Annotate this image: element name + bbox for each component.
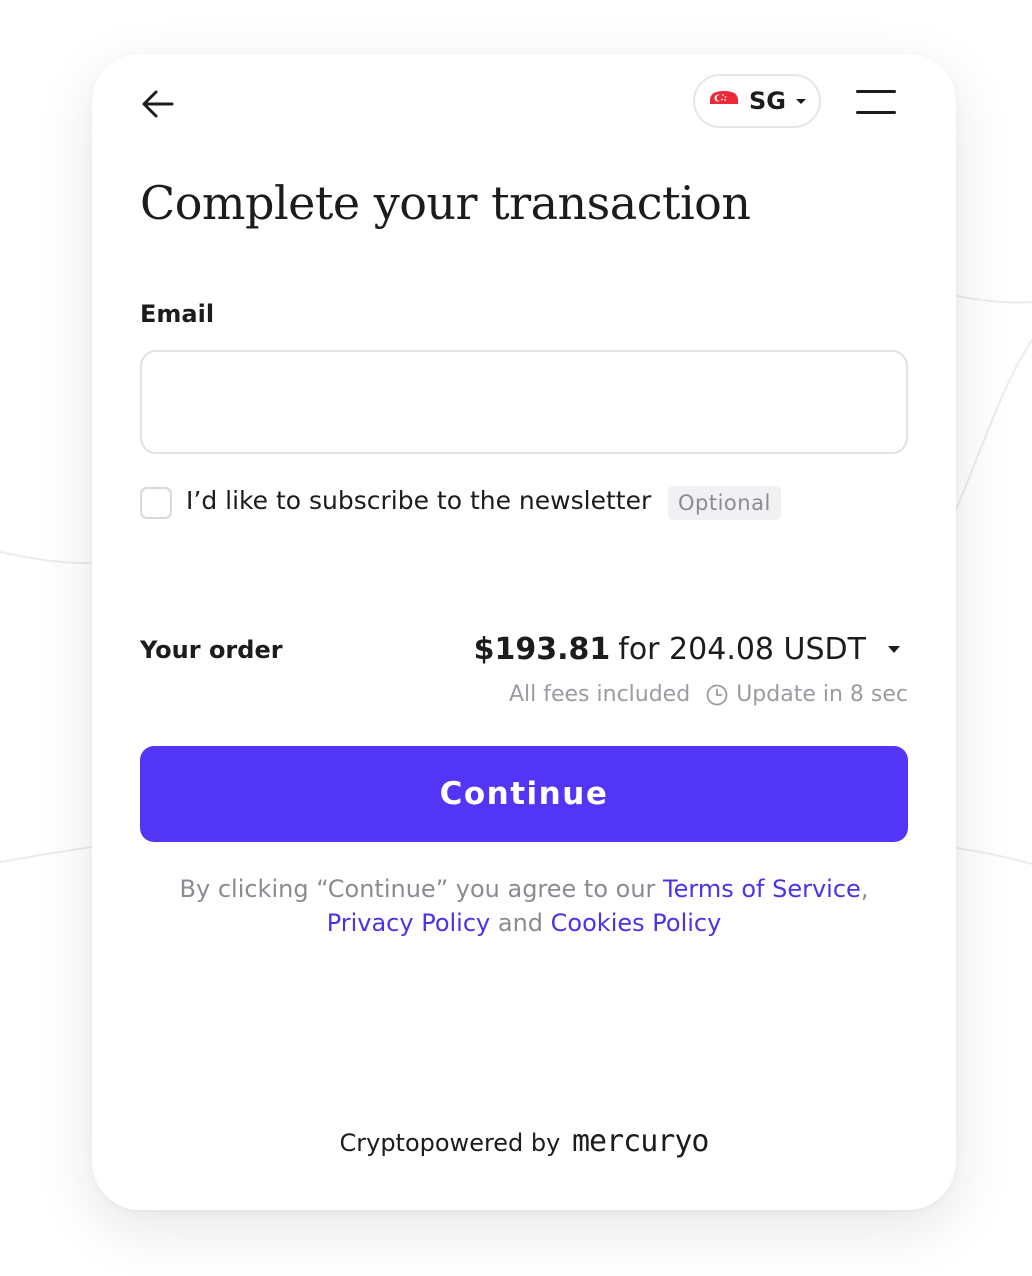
- newsletter-label[interactable]: I’d like to subscribe to the newsletter: [186, 486, 651, 515]
- clock-icon: [706, 684, 728, 705]
- chevron-down-icon: [888, 646, 900, 653]
- menu-button[interactable]: [854, 88, 898, 118]
- hamburger-menu-icon: [856, 90, 896, 93]
- hamburger-menu-icon-bar: [856, 111, 896, 114]
- singapore-flag-icon: [710, 91, 738, 112]
- arrow-left-icon: [142, 90, 174, 118]
- country-code: SG: [749, 87, 786, 115]
- footer-powered-by: Cryptopowered by mercuryo: [92, 1124, 956, 1159]
- newsletter-checkbox[interactable]: [140, 487, 172, 519]
- chevron-down-icon: [795, 98, 806, 104]
- optional-badge: Optional: [668, 486, 781, 520]
- email-label: Email: [140, 300, 215, 328]
- legal-prefix: By clicking “Continue” you agree to our: [179, 875, 664, 903]
- page-title: Complete your transaction: [140, 176, 751, 230]
- powered-by-text: Cryptopowered by: [339, 1129, 561, 1157]
- order-meta: All fees included Update in 8 sec: [509, 682, 908, 707]
- order-label: Your order: [140, 636, 283, 664]
- fees-note: All fees included: [508, 682, 691, 707]
- back-button[interactable]: [136, 82, 180, 126]
- legal-and: and: [490, 909, 551, 937]
- email-field[interactable]: [140, 350, 908, 454]
- mercuryo-logo: mercuryo: [572, 1124, 709, 1159]
- terms-of-service-link[interactable]: Terms of Service: [663, 875, 861, 903]
- order-amount: for 204.08 USDT: [618, 632, 866, 667]
- update-timer: Update in 8 sec: [736, 682, 908, 707]
- order-price: $193.81: [473, 632, 611, 667]
- legal-notice: By clicking “Continue” you agree to our …: [140, 872, 908, 940]
- cookies-policy-link[interactable]: Cookies Policy: [551, 909, 722, 937]
- transaction-card: SG Complete your transaction Email I’d l…: [92, 54, 956, 1210]
- order-summary-dropdown[interactable]: $193.81 for 204.08 USDT: [474, 632, 900, 667]
- continue-button[interactable]: Continue: [140, 746, 908, 842]
- privacy-policy-link[interactable]: Privacy Policy: [327, 909, 491, 937]
- legal-comma: ,: [860, 875, 869, 903]
- country-selector[interactable]: SG: [693, 74, 821, 128]
